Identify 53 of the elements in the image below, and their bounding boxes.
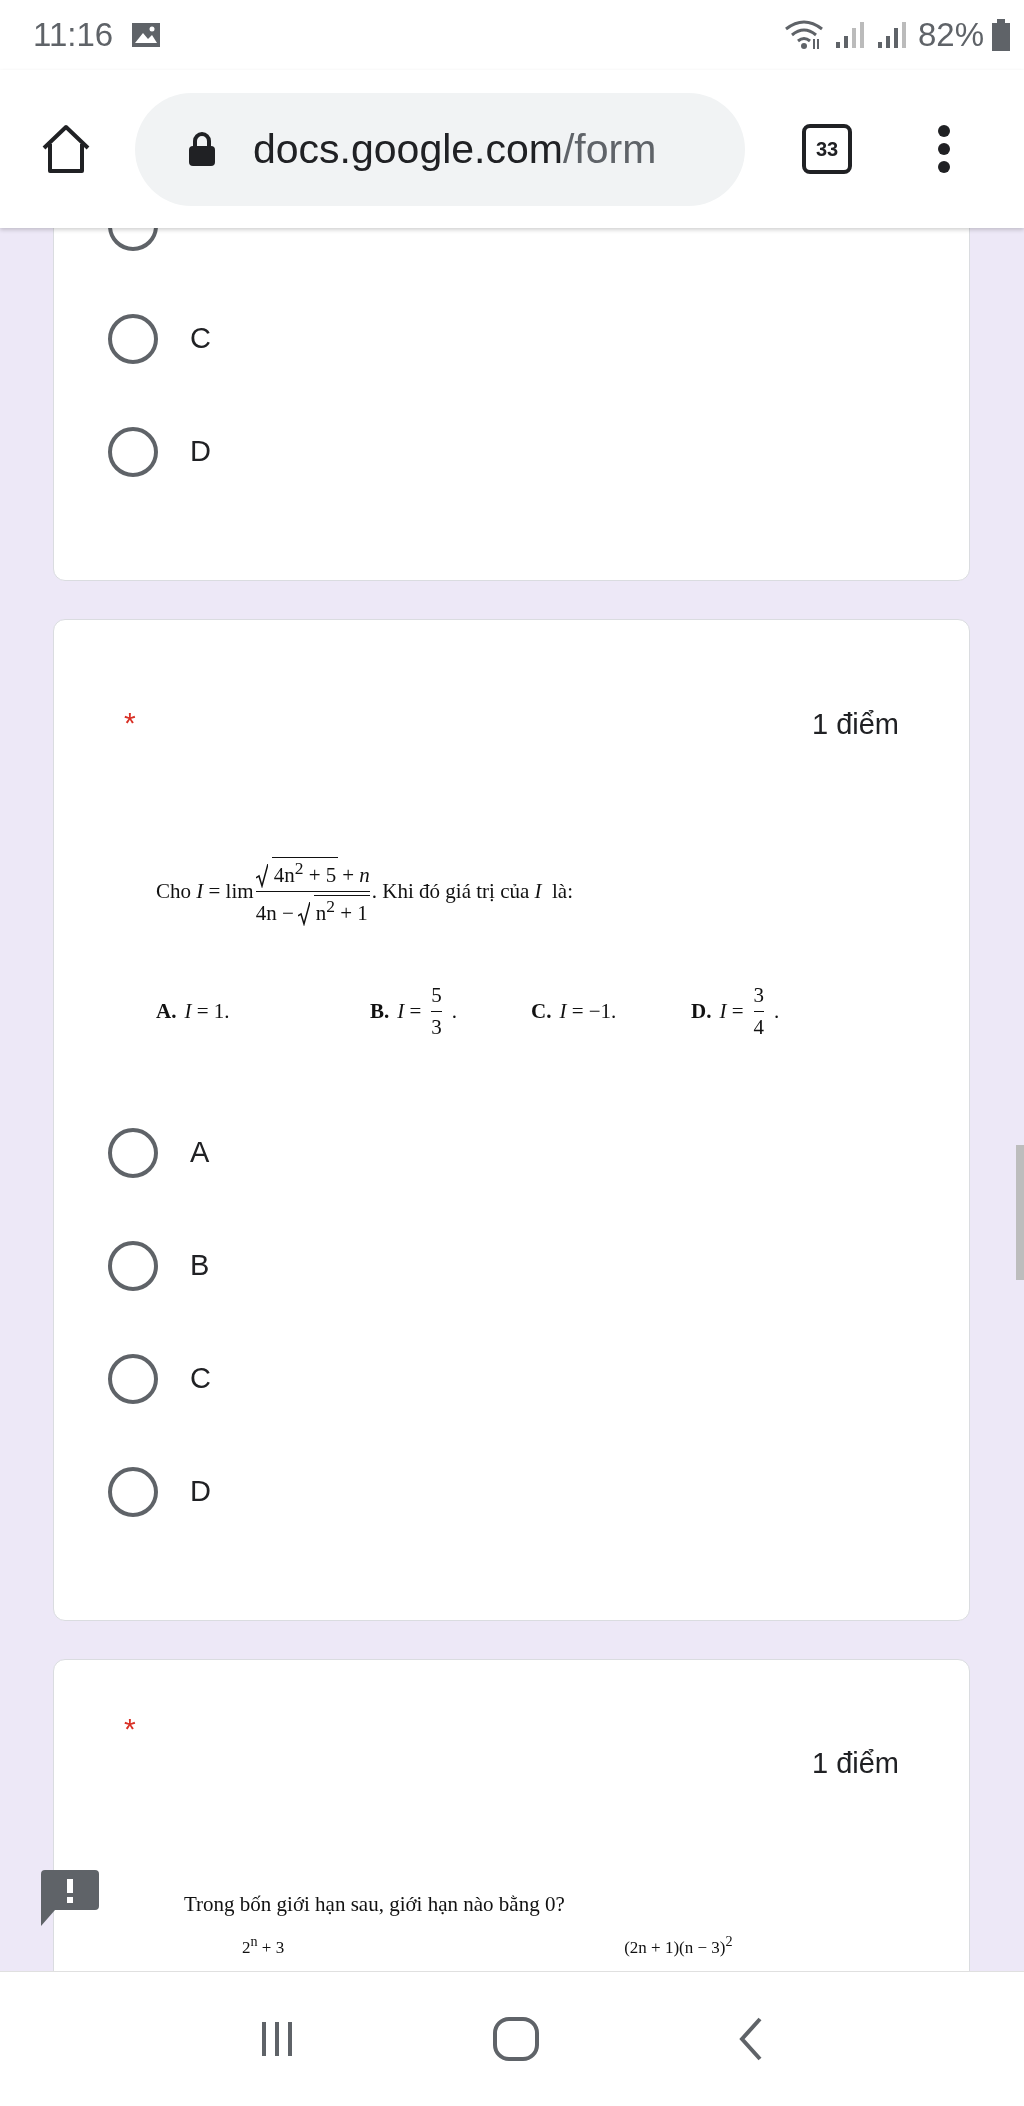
math-expression: I = 1. bbox=[184, 998, 230, 1024]
math-expression: (2n + 1)(n − 3)$^{2}$ bbox=[624, 1933, 733, 1958]
math-expression: 4n$^{2}$ + 5 bbox=[271, 856, 339, 888]
question-text: Trong bốn giới hạn sau, giới hạn nào bằng 0? bbox=[183, 1892, 566, 1917]
math-expression: . bbox=[774, 998, 780, 1024]
recent-apps-icon[interactable] bbox=[259, 2020, 294, 2058]
radical-icon bbox=[297, 901, 310, 926]
math-expression: . bbox=[451, 998, 458, 1024]
math-expression: 5 bbox=[431, 982, 442, 1008]
math-expression: 4n − bbox=[255, 900, 294, 926]
radio-button[interactable] bbox=[108, 1353, 158, 1404]
option-label[interactable]: D bbox=[190, 1475, 211, 1508]
battery-percentage: 82% bbox=[917, 16, 984, 54]
radio-button[interactable] bbox=[108, 1466, 158, 1517]
math-expression: . Khi đó giá trị của I là: bbox=[371, 878, 574, 904]
feedback-icon[interactable] bbox=[41, 1870, 99, 1928]
radio-button[interactable] bbox=[108, 1127, 158, 1178]
radio-button[interactable] bbox=[108, 313, 158, 364]
lock-icon bbox=[187, 131, 217, 167]
required-asterisk: * bbox=[124, 1712, 136, 1746]
home-icon[interactable] bbox=[40, 124, 92, 174]
battery-icon bbox=[992, 19, 1010, 51]
math-expression: 4 bbox=[753, 1014, 764, 1040]
home-button-icon[interactable] bbox=[493, 2017, 539, 2061]
math-expression: Cho I = lim bbox=[156, 878, 254, 904]
choice-letter: A. bbox=[156, 998, 177, 1024]
option-label[interactable]: A bbox=[190, 1136, 210, 1169]
choice-letter: C. bbox=[531, 998, 552, 1024]
option-label[interactable]: B bbox=[190, 1249, 210, 1282]
menu-icon[interactable] bbox=[937, 124, 951, 174]
radio-button[interactable] bbox=[108, 1240, 158, 1291]
math-expression: 2$^{n}$ + 3 bbox=[242, 1933, 285, 1958]
option-label[interactable]: C bbox=[190, 1362, 211, 1395]
choice-letter: B. bbox=[370, 998, 390, 1024]
math-expression: I = bbox=[397, 998, 422, 1024]
math-expression: n$^{2}$ + 1 bbox=[313, 894, 370, 926]
option-label[interactable]: D bbox=[190, 435, 211, 468]
required-asterisk: * bbox=[124, 706, 136, 740]
tab-count-button[interactable]: 33 bbox=[802, 124, 852, 174]
math-expression: 3 bbox=[753, 982, 764, 1008]
math-expression: 3 bbox=[431, 1014, 442, 1040]
radical-icon bbox=[255, 863, 268, 888]
math-expression: I = −1. bbox=[559, 998, 617, 1024]
scrollbar-thumb[interactable] bbox=[1016, 1145, 1024, 1280]
image-icon bbox=[131, 22, 162, 48]
choice-letter: D. bbox=[691, 998, 712, 1024]
points-label: 1 điểm bbox=[811, 1747, 899, 1780]
option-label[interactable]: C bbox=[190, 322, 211, 355]
points-label: 1 điểm bbox=[811, 708, 899, 741]
radio-button[interactable] bbox=[108, 426, 158, 477]
clock-time: 11:16 bbox=[33, 16, 114, 54]
math-expression: I = bbox=[719, 998, 744, 1024]
math-expression: + n bbox=[342, 862, 370, 888]
